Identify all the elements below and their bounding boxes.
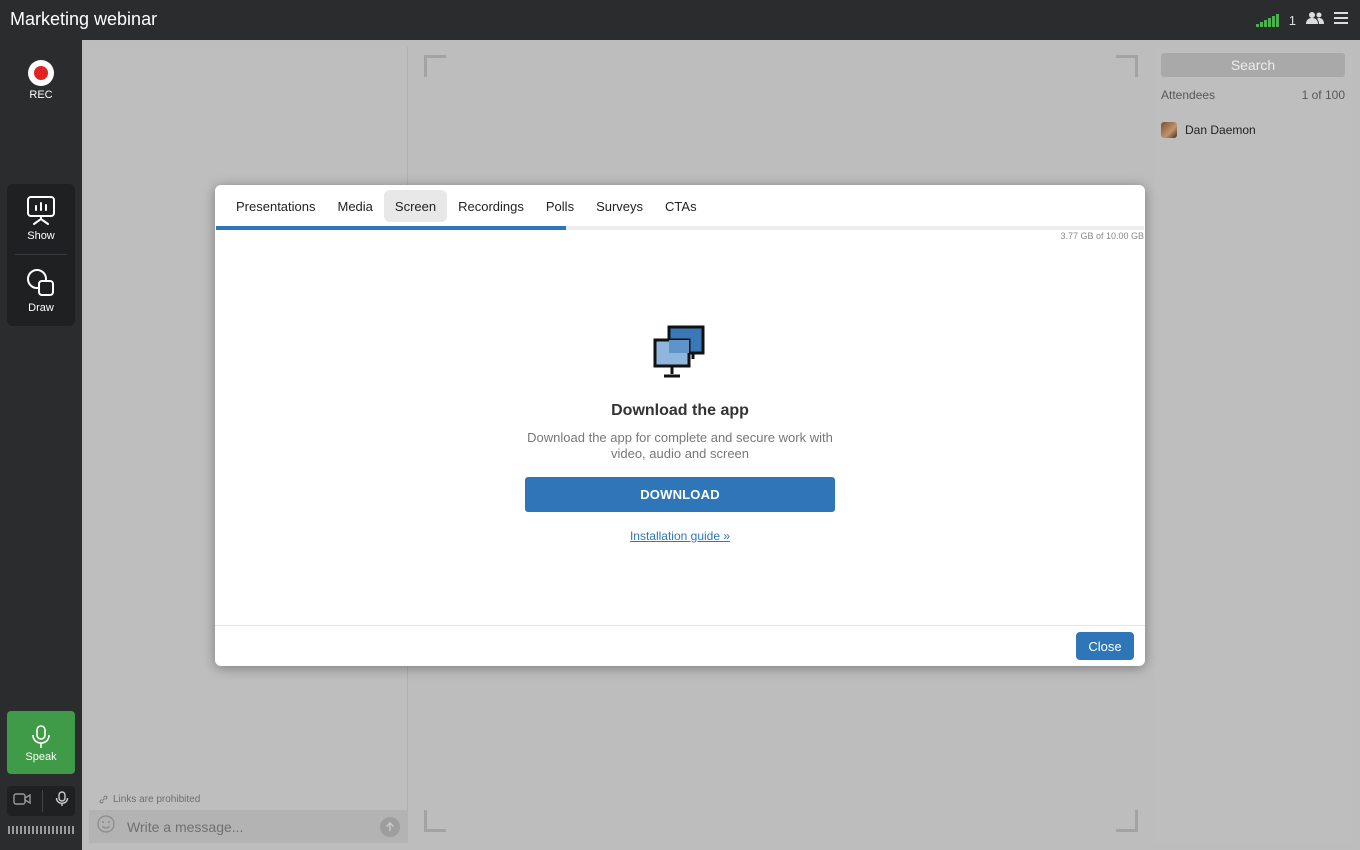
top-bar: Marketing webinar 1 (0, 0, 1360, 40)
tab-surveys[interactable]: Surveys (585, 190, 654, 222)
download-title: Download the app (611, 402, 749, 419)
microphone-icon (32, 725, 50, 748)
webinar-title: Marketing webinar (10, 9, 158, 29)
dialog-footer-divider (215, 625, 1145, 626)
shapes-icon (27, 269, 54, 296)
download-app-section: Download the app Download the app for co… (215, 325, 1145, 545)
tab-media[interactable]: Media (327, 190, 384, 222)
tool-divider (15, 254, 67, 255)
download-description: Download the app for complete and secure… (527, 430, 833, 461)
left-rail: REC Show Draw Speak (0, 40, 82, 850)
media-controls (7, 786, 75, 816)
draw-button[interactable]: Draw (7, 256, 75, 326)
presentation-icon (27, 196, 55, 225)
draw-label: Draw (28, 302, 54, 314)
frame-corner-bottom-right (1116, 810, 1138, 832)
attendees-label: Attendees (1161, 88, 1216, 102)
speak-button[interactable]: Speak (7, 711, 75, 774)
links-note: Links are prohibited (99, 794, 200, 805)
signal-strength-icon (1255, 13, 1279, 27)
attendees-count: 1 of 100 (1301, 88, 1345, 102)
tab-screen[interactable]: Screen (383, 190, 448, 222)
avatar (1161, 122, 1177, 138)
send-icon[interactable] (380, 816, 400, 837)
frame-corner-bottom-left (424, 810, 446, 832)
download-button[interactable]: DOWNLOAD (525, 477, 835, 512)
links-note-text: Links are prohibited (113, 794, 201, 805)
attendee-row[interactable]: Dan Daemon (1161, 122, 1256, 138)
frame-corner-top-right (1116, 55, 1138, 77)
dialog-tabs: Presentations Media Screen Recordings Po… (225, 190, 708, 222)
record-label: REC (29, 89, 53, 101)
presenter-tools: Show Draw (7, 184, 75, 326)
attendees-header: Attendees 1 of 100 (1161, 88, 1345, 102)
storage-progress-bar (216, 226, 1144, 230)
emoji-icon[interactable] (97, 815, 115, 838)
close-button[interactable]: Close (1076, 632, 1134, 660)
participant-count: 1 (1288, 12, 1296, 28)
media-divider (42, 790, 44, 812)
record-button[interactable]: REC (20, 60, 62, 102)
installation-guide-link[interactable]: Installation guide » (630, 529, 730, 543)
tab-polls[interactable]: Polls (535, 190, 585, 222)
link-icon (99, 795, 108, 804)
tab-recordings[interactable]: Recordings (447, 190, 535, 222)
speak-label: Speak (25, 751, 57, 763)
attendees-panel: Attendees 1 of 100 Dan Daemon (1155, 47, 1352, 843)
chat-message-input[interactable] (127, 818, 380, 835)
audio-level-meter (8, 826, 74, 834)
participants-icon[interactable] (1306, 11, 1324, 30)
camera-icon[interactable] (13, 792, 31, 810)
attendee-search-input[interactable] (1161, 53, 1345, 77)
tab-presentations[interactable]: Presentations (225, 190, 327, 222)
show-button[interactable]: Show (7, 184, 75, 254)
chat-input-bar (89, 810, 408, 843)
attendee-name: Dan Daemon (1185, 123, 1256, 137)
storage-progress-fill (216, 226, 566, 230)
top-right-controls: 1 (1255, 10, 1348, 30)
frame-corner-top-left (424, 55, 446, 77)
screens-icon (653, 325, 705, 378)
content-library-dialog: Presentations Media Screen Recordings Po… (215, 185, 1145, 666)
record-icon (28, 60, 54, 86)
menu-icon[interactable] (1334, 11, 1348, 29)
storage-usage-text: 3.77 GB of 10.00 GB (1060, 231, 1144, 241)
tab-ctas[interactable]: CTAs (654, 190, 708, 222)
show-label: Show (27, 230, 55, 242)
microphone-toggle-icon[interactable] (55, 790, 69, 812)
